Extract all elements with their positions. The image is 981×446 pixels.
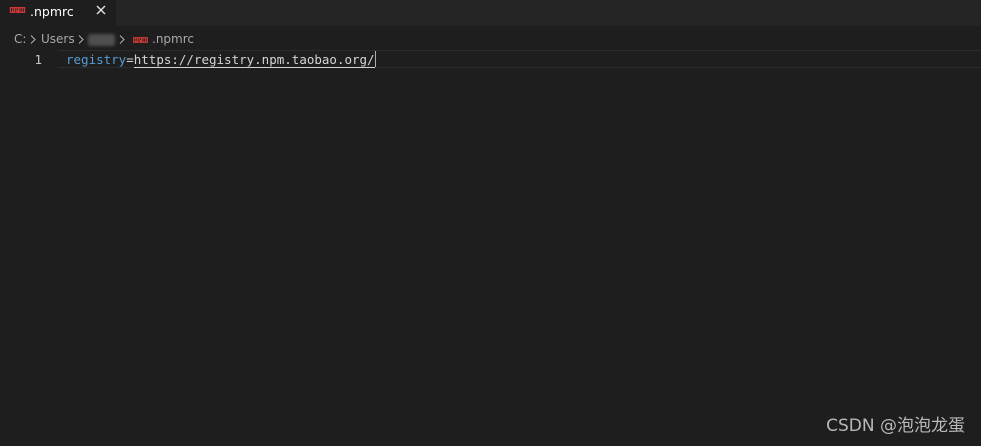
tab-label: .npmrc [30, 4, 74, 19]
line-number: 1 [34, 52, 42, 67]
code-line[interactable]: registry=https://registry.npm.taobao.org… [66, 51, 376, 69]
watermark: CSDN @泡泡龙蛋 [826, 416, 965, 436]
npm-icon [9, 7, 26, 13]
equals-sign: = [126, 52, 134, 67]
breadcrumb-item-drive[interactable]: C: [14, 31, 26, 47]
close-icon[interactable] [94, 3, 108, 17]
editor-window: .npmrc C: Users .npmrc 1 registry=https:… [0, 0, 981, 446]
text-cursor [374, 51, 376, 67]
code-editor[interactable]: 1 registry=https://registry.npm.taobao.o… [0, 50, 981, 446]
chevron-right-icon [78, 35, 84, 44]
breadcrumb-item-file[interactable]: .npmrc [152, 31, 194, 47]
redacted-username [88, 34, 115, 46]
tab-bar: .npmrc [0, 0, 981, 26]
tab-npmrc[interactable]: .npmrc [0, 0, 116, 26]
config-value-link[interactable]: https://registry.npm.taobao.org/ [133, 52, 375, 68]
config-key: registry [66, 52, 127, 67]
npm-icon [133, 37, 148, 43]
chevron-right-icon [30, 35, 36, 44]
chevron-right-icon [119, 35, 125, 44]
breadcrumb-item-users[interactable]: Users [41, 31, 75, 47]
